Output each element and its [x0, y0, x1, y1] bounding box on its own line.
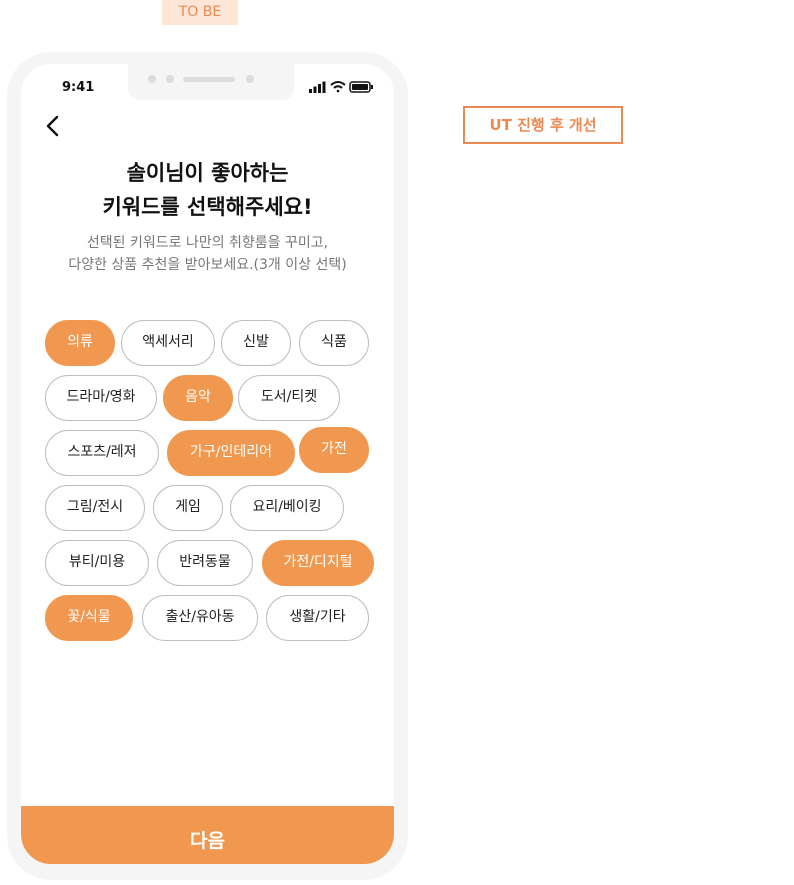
- status-icons: [309, 79, 373, 93]
- notch-dot: [148, 75, 156, 83]
- keyword-chip[interactable]: 그림/전시: [45, 485, 145, 531]
- notch-camera: [246, 75, 254, 83]
- battery-icon: [349, 81, 373, 93]
- keyword-chip-selected[interactable]: 가구/인테리어: [167, 430, 295, 476]
- phone-screen: 9:41 솔이님이 좋아하는 키워드를 선택해주세요! 선택된 키워드로 나만의…: [21, 64, 394, 864]
- ut-improvement-badge: UT 진행 후 개선: [463, 106, 623, 144]
- keyword-chip-selected[interactable]: 꽃/식물: [45, 595, 133, 641]
- keyword-chip[interactable]: 생활/기타: [266, 595, 369, 641]
- keyword-chip[interactable]: 요리/베이킹: [230, 485, 344, 531]
- keyword-chip[interactable]: 식품: [299, 320, 369, 366]
- page-title: 솔이님이 좋아하는 키워드를 선택해주세요!: [21, 156, 394, 224]
- tobe-label: TO BE: [162, 0, 238, 25]
- notch-dot: [166, 75, 174, 83]
- keyword-chip[interactable]: 드라마/영화: [45, 375, 157, 421]
- page-subtitle: 선택된 키워드로 나만의 취향룸을 꾸미고, 다양한 상품 추천을 받아보세요.…: [21, 232, 394, 276]
- wifi-icon: [330, 81, 346, 93]
- title-line-2: 키워드를 선택해주세요!: [102, 195, 313, 219]
- keyword-chip[interactable]: 출산/유아동: [142, 595, 258, 641]
- phone-notch: [128, 64, 294, 100]
- keyword-chip[interactable]: 반려동물: [157, 540, 253, 586]
- title-line-1: 솔이님이 좋아하는: [126, 161, 289, 185]
- keyword-chip-selected[interactable]: 가전: [299, 427, 369, 473]
- back-icon[interactable]: [41, 114, 65, 138]
- keyword-chip[interactable]: 스포츠/레저: [45, 430, 159, 476]
- status-time: 9:41: [62, 80, 95, 95]
- notch-speaker: [183, 77, 235, 82]
- keyword-chip[interactable]: 도서/티켓: [238, 375, 340, 421]
- keyword-chip[interactable]: 뷰티/미용: [45, 540, 149, 586]
- keyword-chip[interactable]: 신발: [221, 320, 291, 366]
- keyword-chip[interactable]: 액세서리: [121, 320, 215, 366]
- stage: TO BE UT 진행 후 개선 9:41 솔이님이 좋아하는 키워드를 선택해…: [0, 0, 794, 885]
- subtitle-line-2: 다양한 상품 추천을 받아보세요.(3개 이상 선택): [68, 257, 347, 273]
- keyword-chip[interactable]: 게임: [153, 485, 223, 531]
- signal-icon: [309, 81, 326, 93]
- keyword-chip-selected[interactable]: 의류: [45, 320, 115, 366]
- keyword-chip-selected[interactable]: 음악: [163, 375, 233, 421]
- keyword-chip-selected[interactable]: 가전/디지털: [262, 540, 374, 586]
- subtitle-line-1: 선택된 키워드로 나만의 취향룸을 꾸미고,: [86, 235, 329, 251]
- next-button[interactable]: 다음: [21, 806, 394, 864]
